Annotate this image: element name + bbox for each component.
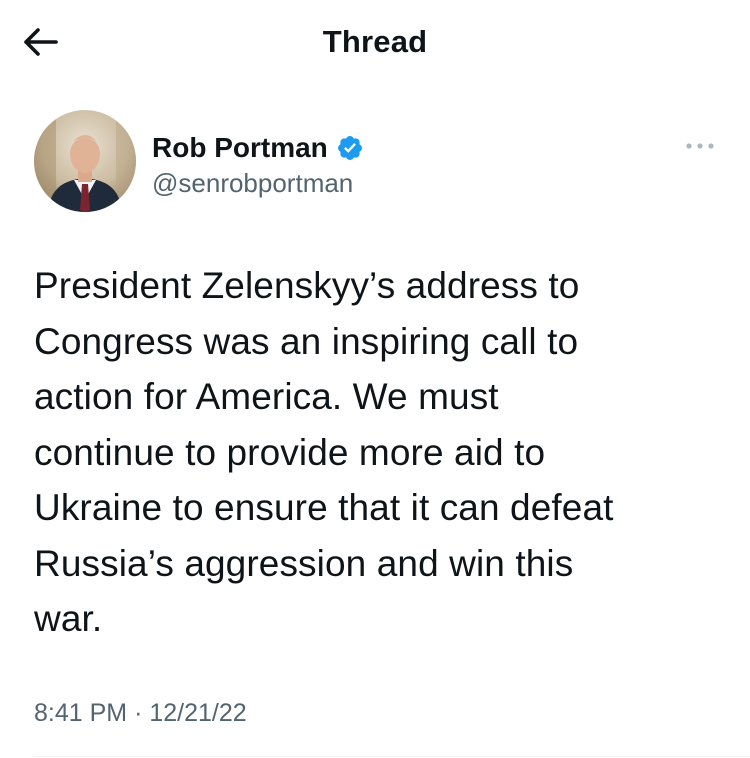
- divider: [34, 756, 750, 757]
- tweet-line: action for America. We must: [34, 376, 499, 417]
- author-name[interactable]: Rob Portman: [152, 130, 328, 166]
- tweet-text: President Zelenskyy’s address to Congress…: [34, 258, 724, 647]
- timestamp-separator: ·: [134, 699, 143, 727]
- tweet-line: continue to provide more aid to: [34, 431, 546, 473]
- page-title: Thread: [322, 24, 428, 59]
- tweet-line: Russia’s aggression and win this: [34, 542, 574, 584]
- more-options-button[interactable]: [680, 136, 720, 156]
- author-name-row: Rob Portman: [152, 130, 364, 166]
- tweet-line: war.: [34, 598, 103, 639]
- verified-badge-icon: [336, 134, 364, 162]
- tweet-line: Congress was an inspiring call to: [34, 320, 579, 362]
- header-bar: Thread: [0, 0, 750, 84]
- tweet-date: 12/21/22: [149, 699, 247, 727]
- tweet-time: 8:41 PM: [34, 699, 128, 727]
- avatar[interactable]: [34, 110, 136, 212]
- tweet-line: Ukraine to ensure that it can defeat: [34, 487, 614, 528]
- more-horizontal-icon: [680, 136, 720, 156]
- tweet-timestamp[interactable]: 8:41 PM · 12/21/22: [34, 696, 247, 730]
- tweet-line: President Zelenskyy’s address to: [34, 265, 580, 306]
- tweet-author: Rob Portman @senrobportman: [34, 110, 724, 214]
- author-handle[interactable]: @senrobportman: [152, 166, 353, 200]
